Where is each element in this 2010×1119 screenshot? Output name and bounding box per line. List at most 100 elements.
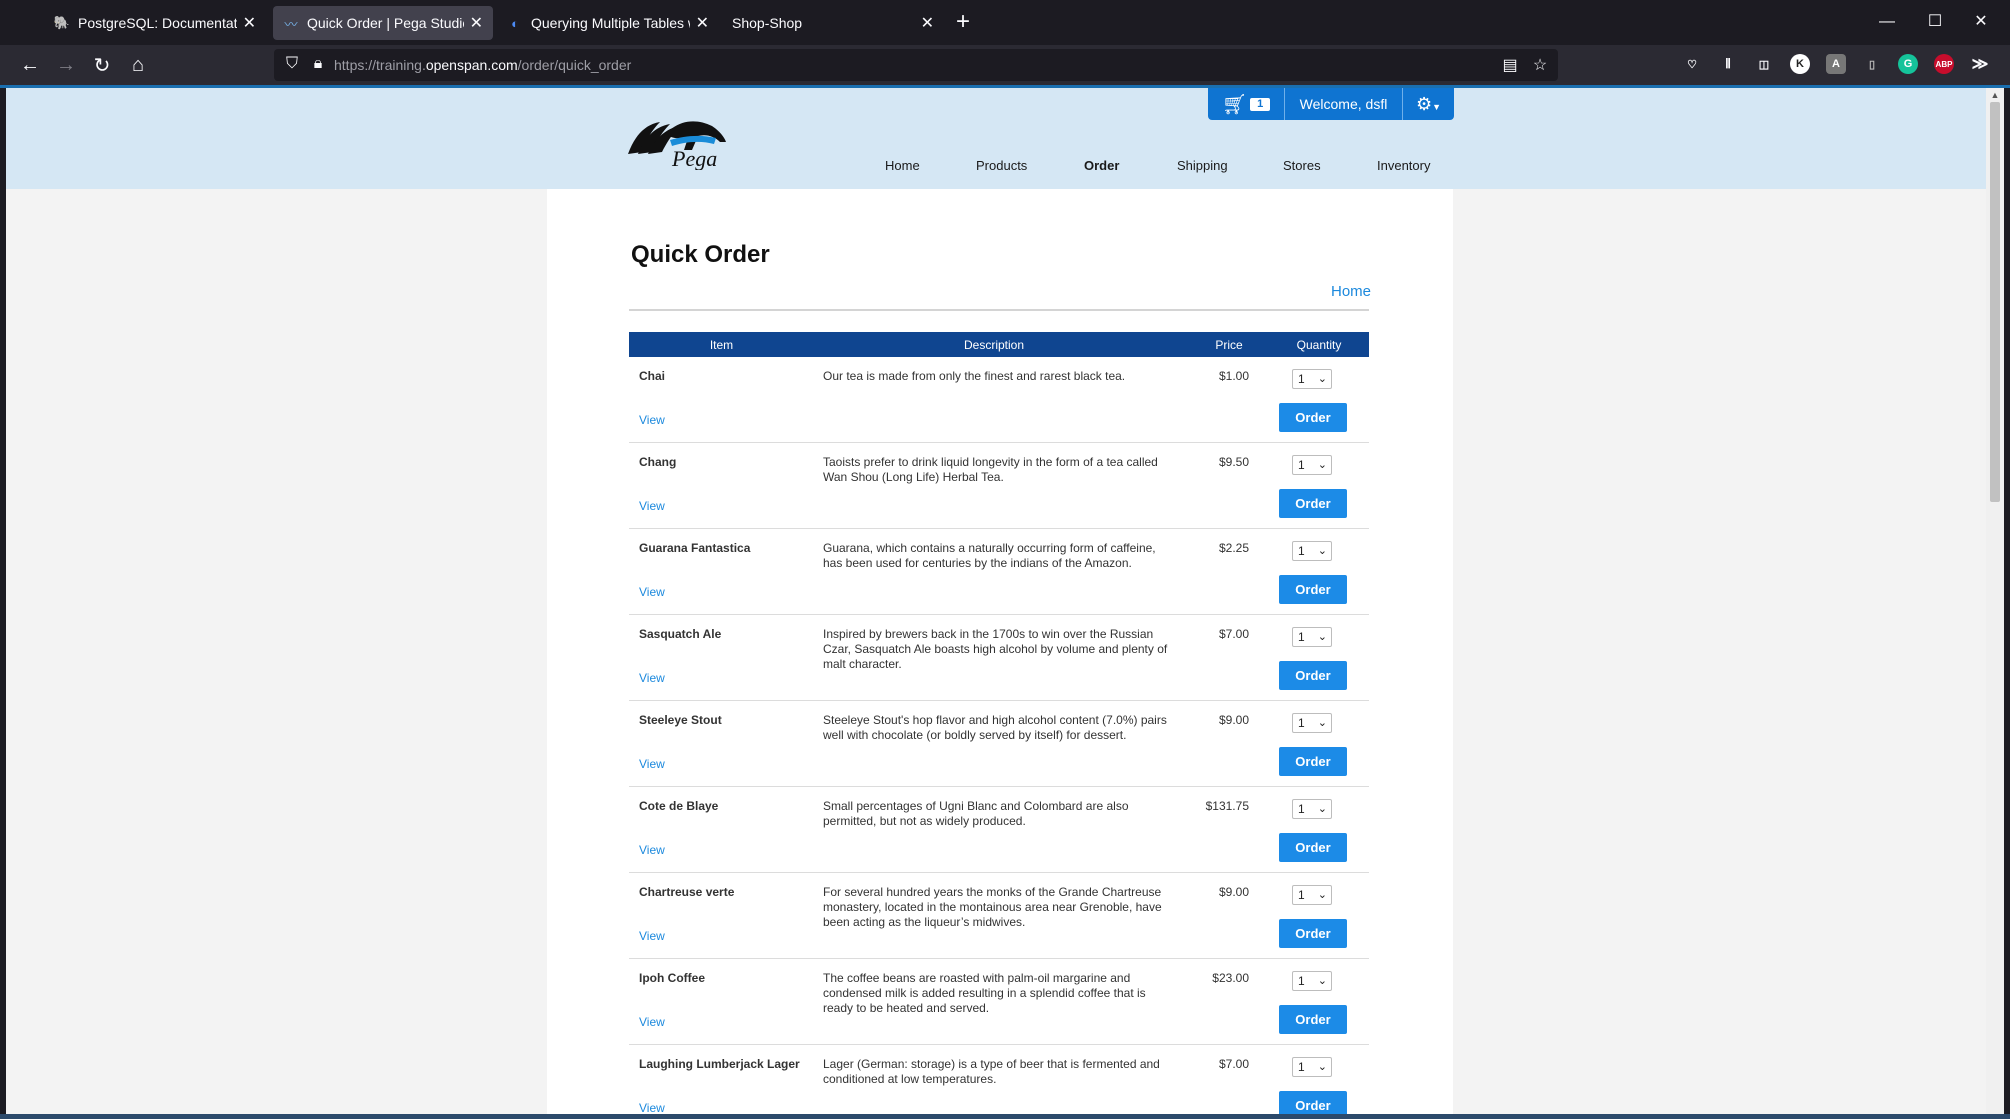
nav-home[interactable]: Home <box>885 158 920 173</box>
lock-icon[interactable]: 🔒︎ <box>308 55 328 73</box>
minimize-icon[interactable]: — <box>1872 8 1902 36</box>
view-link[interactable]: View <box>639 1101 665 1115</box>
close-icon[interactable]: ✕ <box>243 13 256 33</box>
library-icon[interactable]: ⫼ <box>1718 54 1738 74</box>
close-icon[interactable]: ✕ <box>470 13 483 33</box>
cart-count-badge: 1 <box>1250 97 1271 111</box>
tab-quick-order[interactable]: 〰 Quick Order | Pega Studio Traini ✕ <box>273 6 493 40</box>
reader-view-icon[interactable]: ▤ <box>1500 55 1520 75</box>
quantity-value: 1 <box>1298 802 1305 816</box>
table-header: Item Description Price Quantity <box>629 332 1369 357</box>
sidebar-icon[interactable]: ◫ <box>1754 54 1774 74</box>
order-button[interactable]: Order <box>1279 403 1347 432</box>
quantity-select[interactable]: 1 ⌄ <box>1292 1057 1332 1077</box>
table-row: Chang View Taoists prefer to drink liquid … <box>629 443 1369 529</box>
quantity-select[interactable]: 1 ⌄ <box>1292 627 1332 647</box>
back-arrow-icon[interactable]: ← <box>16 51 44 79</box>
view-link[interactable]: View <box>639 843 665 857</box>
adblock-icon[interactable]: ABP <box>1934 54 1954 74</box>
close-icon[interactable]: ✕ <box>921 13 934 33</box>
nav-order[interactable]: Order <box>1084 158 1119 173</box>
home-icon[interactable]: ⌂ <box>124 51 152 79</box>
scroll-up-arrow-icon[interactable]: ▲ <box>1990 90 2000 100</box>
pocket-icon[interactable]: ♡ <box>1682 54 1702 74</box>
nav-shipping[interactable]: Shipping <box>1177 158 1228 173</box>
product-name: Chang <box>639 455 677 469</box>
cart-button[interactable]: 🛒︎ 1 <box>1208 88 1285 120</box>
new-tab-button[interactable]: + <box>956 8 970 36</box>
pega-icon: 〰 <box>284 16 298 32</box>
order-button[interactable]: Order <box>1279 1091 1347 1116</box>
scrollbar-thumb[interactable] <box>1990 102 2000 502</box>
order-button[interactable]: Order <box>1279 489 1347 518</box>
tab-shop-shop[interactable]: Shop-Shop ✕ <box>722 6 944 40</box>
product-name: Ipoh Coffee <box>639 971 705 985</box>
view-link[interactable]: View <box>639 499 665 513</box>
page-viewport: Pega 🛒︎ 1 Welcome, dsfl ⚙▼ Home Products… <box>6 88 1986 1116</box>
order-button[interactable]: Order <box>1279 1005 1347 1034</box>
chevron-down-icon: ⌄ <box>1317 975 1327 987</box>
overflow-menu-icon[interactable]: ≫ <box>1970 54 1990 74</box>
table-row: Cote de Blaye View Small percentages of Ug… <box>629 787 1369 873</box>
postgres-elephant-icon: 🐘 <box>53 15 71 30</box>
breadcrumb-home-link[interactable]: Home <box>1331 283 1371 300</box>
browser-nav-bar: ← → ↻ ⌂ ⛉ 🔒︎ https://training.openspan.c… <box>0 45 2010 85</box>
quantity-select[interactable]: 1 ⌄ <box>1292 541 1332 561</box>
quantity-select[interactable]: 1 ⌄ <box>1292 369 1332 389</box>
grammarly-icon[interactable]: G <box>1898 54 1918 74</box>
k-extension-icon[interactable]: K <box>1790 54 1810 74</box>
product-price: $2.25 <box>1218 541 1249 555</box>
quantity-select[interactable]: 1 ⌄ <box>1292 885 1332 905</box>
url-bar[interactable]: ⛉ 🔒︎ https://training.openspan.com/order… <box>274 49 1558 81</box>
quantity-value: 1 <box>1298 974 1305 988</box>
bookmark-star-icon[interactable]: ☆ <box>1530 55 1550 75</box>
product-description: Taoists prefer to drink liquid longevity… <box>823 455 1158 484</box>
mouse-extension-icon[interactable]: ▯ <box>1862 54 1882 74</box>
product-name: Chartreuse verte <box>639 885 735 899</box>
a-extension-icon[interactable]: A <box>1826 54 1846 74</box>
page-scrollbar[interactable]: ▲ <box>1986 88 2004 1116</box>
product-price: $131.75 <box>1205 799 1249 813</box>
order-button[interactable]: Order <box>1279 661 1347 690</box>
view-link[interactable]: View <box>639 413 665 427</box>
table-row: Chai View Our tea is made from only the fi… <box>629 357 1369 443</box>
nav-products[interactable]: Products <box>976 158 1027 173</box>
nav-inventory[interactable]: Inventory <box>1377 158 1430 173</box>
url-text[interactable]: https://training.openspan.com/order/quic… <box>334 57 631 73</box>
welcome-user[interactable]: Welcome, dsfl <box>1285 88 1403 120</box>
quantity-value: 1 <box>1298 888 1305 902</box>
quantity-value: 1 <box>1298 716 1305 730</box>
close-icon[interactable]: ✕ <box>696 13 709 33</box>
view-link[interactable]: View <box>639 585 665 599</box>
product-rows: Chai View Our tea is made from only the fi… <box>629 357 1369 1116</box>
order-button[interactable]: Order <box>1279 575 1347 604</box>
quantity-select[interactable]: 1 ⌄ <box>1292 455 1332 475</box>
quantity-select[interactable]: 1 ⌄ <box>1292 713 1332 733</box>
view-link[interactable]: View <box>639 929 665 943</box>
nav-stores[interactable]: Stores <box>1283 158 1321 173</box>
quantity-select[interactable]: 1 ⌄ <box>1292 799 1332 819</box>
order-button[interactable]: Order <box>1279 747 1347 776</box>
tab-postgresql[interactable]: 🐘 PostgreSQL: Documentation: 9. ✕ <box>44 6 266 40</box>
window-close-icon[interactable]: ✕ <box>1966 8 1996 36</box>
reload-icon[interactable]: ↻ <box>88 51 116 79</box>
caret-down-icon: ▼ <box>1432 101 1442 112</box>
view-link[interactable]: View <box>639 757 665 771</box>
shield-icon[interactable]: ⛉ <box>282 55 302 73</box>
chevron-down-icon: ⌄ <box>1317 717 1327 729</box>
product-price: $9.50 <box>1218 455 1249 469</box>
order-button[interactable]: Order <box>1279 919 1347 948</box>
tab-querying[interactable]: ◐ Querying Multiple Tables witho ✕ <box>497 6 719 40</box>
chevron-down-icon: ⌄ <box>1317 373 1327 385</box>
gear-icon[interactable]: ⚙▼ <box>1403 94 1454 115</box>
order-button[interactable]: Order <box>1279 833 1347 862</box>
view-link[interactable]: View <box>639 671 665 685</box>
product-name: Cote de Blaye <box>639 799 719 813</box>
product-description: Steeleye Stout's hop flavor and high alc… <box>823 713 1167 742</box>
product-description: Lager (German: storage) is a type of bee… <box>823 1057 1160 1086</box>
forward-arrow-icon[interactable]: → <box>52 51 80 79</box>
view-link[interactable]: View <box>639 1015 665 1029</box>
quantity-select[interactable]: 1 ⌄ <box>1292 971 1332 991</box>
maximize-icon[interactable]: ☐ <box>1920 8 1950 36</box>
browser-tab-bar: 🐘 PostgreSQL: Documentation: 9. ✕ 〰 Quic… <box>0 0 2010 45</box>
